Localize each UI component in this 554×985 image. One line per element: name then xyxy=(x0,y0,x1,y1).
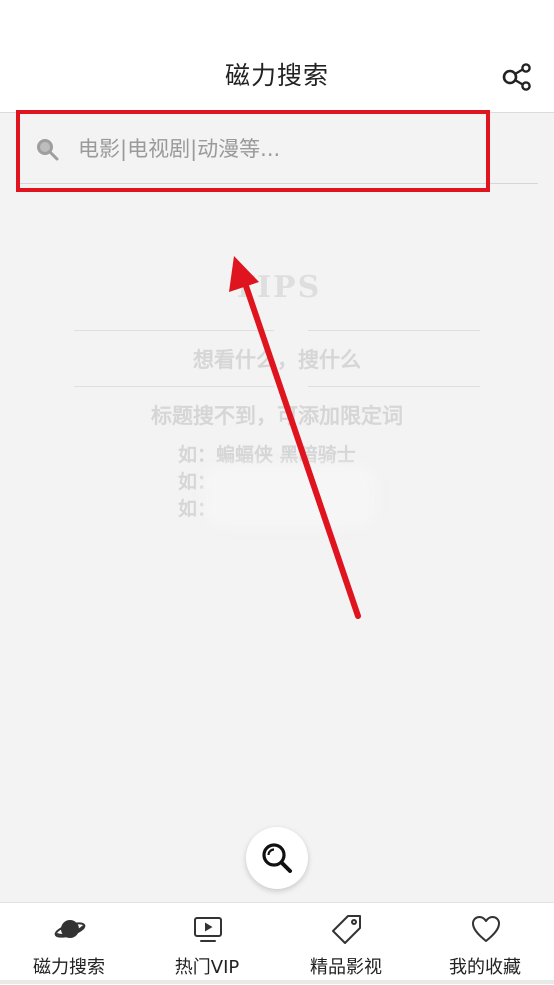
tab-featured-videos[interactable]: 精品影视 xyxy=(277,903,415,985)
page-title: 磁力搜索 xyxy=(224,61,329,90)
tip-example-1-prefix: 如： xyxy=(178,444,217,466)
tip-line-2: 标题搜不到，可添加限定词 xyxy=(151,404,403,428)
bottom-tab-bar: 磁力搜索 热门VIP 精品影视 我的收藏 xyxy=(0,902,554,985)
divider-right-1 xyxy=(308,330,480,331)
tag-icon xyxy=(332,915,361,944)
divider-left-2 xyxy=(74,386,274,387)
redaction-smudge xyxy=(205,466,375,526)
status-bar xyxy=(0,0,554,42)
tab-label-hot-vip: 热门VIP xyxy=(174,957,240,978)
heart-icon xyxy=(472,916,500,942)
tab-hot-vip[interactable]: 热门VIP xyxy=(138,903,276,985)
tab-my-favorites[interactable]: 我的收藏 xyxy=(416,903,554,985)
tab-label-my-favorites: 我的收藏 xyxy=(449,957,521,978)
tip-line-1: 想看什么，搜什么 xyxy=(193,348,361,372)
tip-example-1-text: 蝙蝠侠 黑暗骑士 xyxy=(216,444,356,466)
tip-example-1: 如：蝙蝠侠 黑暗骑士 xyxy=(178,440,356,467)
divider-right-2 xyxy=(308,386,480,387)
tv-play-icon xyxy=(194,917,222,942)
tips-heading: TIPS xyxy=(232,270,322,305)
top-bar: 磁力搜索 xyxy=(0,42,554,113)
tab-label-magnet-search: 磁力搜索 xyxy=(33,957,105,978)
planet-icon xyxy=(54,920,86,938)
magnifier-icon xyxy=(262,843,292,873)
divider-left-1 xyxy=(74,330,274,331)
share-icon[interactable] xyxy=(500,60,534,94)
search-fab-button[interactable] xyxy=(246,827,308,889)
annotation-highlight-box xyxy=(16,110,490,192)
tab-label-featured-videos: 精品影视 xyxy=(310,957,382,978)
bottom-edge xyxy=(0,980,554,984)
tab-magnet-search[interactable]: 磁力搜索 xyxy=(0,903,138,985)
